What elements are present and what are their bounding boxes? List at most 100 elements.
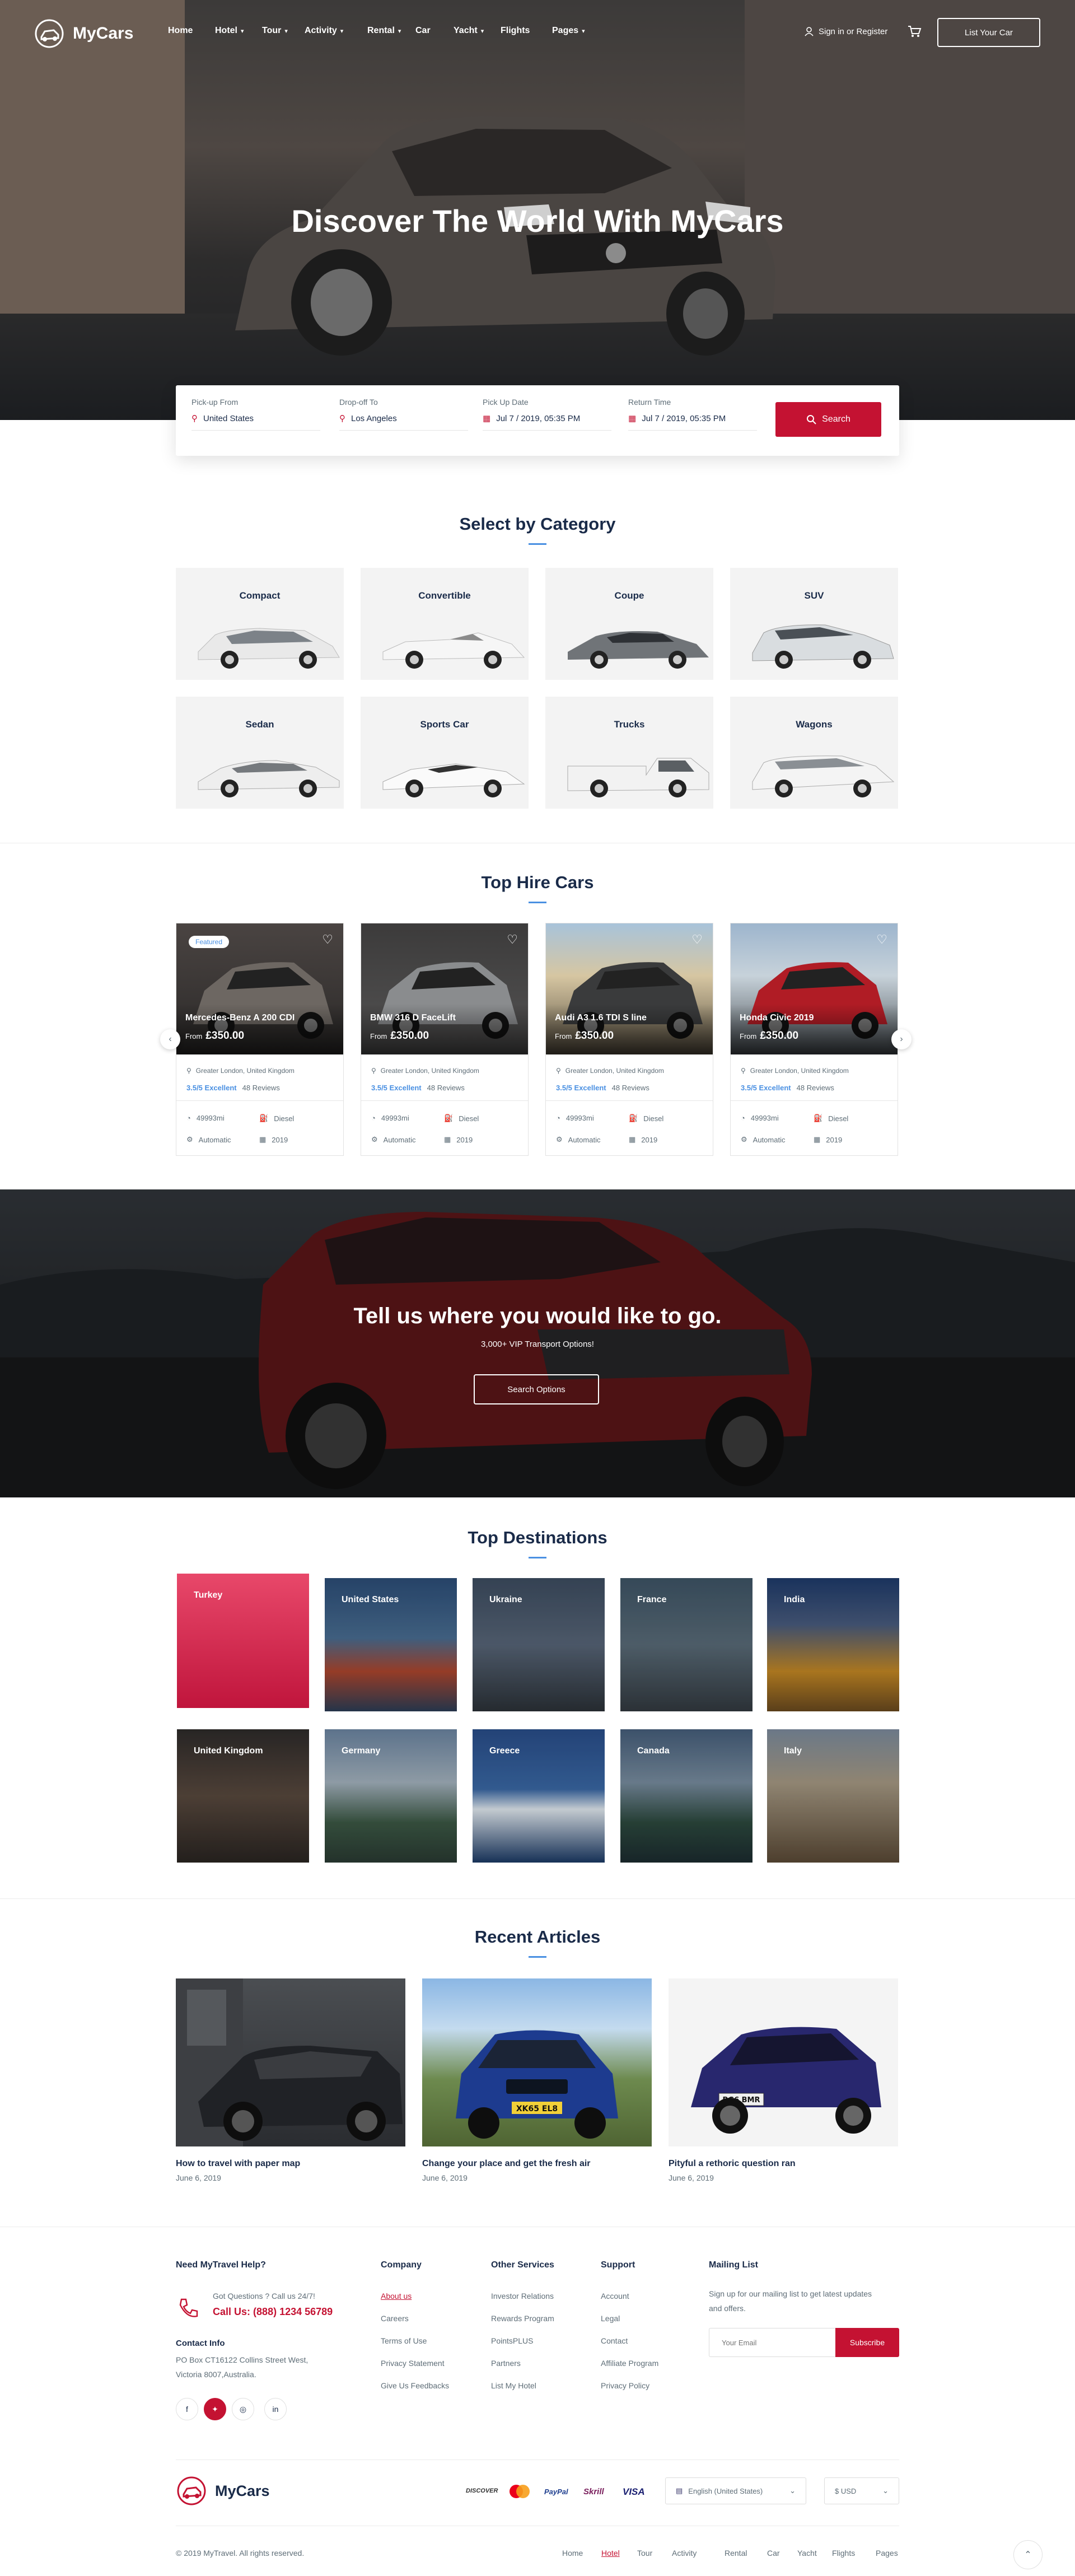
car-name[interactable]: Honda Civic 2019 — [740, 1013, 814, 1023]
footer-bottom-link[interactable]: Flights — [832, 2549, 855, 2558]
footer-bottom-link[interactable]: Tour — [637, 2549, 652, 2558]
search-options-button[interactable]: Search Options — [474, 1374, 599, 1404]
heart-icon[interactable]: ♡ — [507, 932, 518, 947]
hire-car-card[interactable]: ♡ Audi A3 1.6 TDI S line From £350.00 ⚲ Great… — [545, 923, 713, 1156]
footer-bottom-link[interactable]: Hotel — [601, 2549, 620, 2558]
menu-item-car[interactable]: Car — [415, 26, 454, 36]
footer-bottom-link[interactable]: Yacht — [797, 2549, 817, 2558]
destination-card-canada[interactable]: Canada — [620, 1729, 752, 1863]
category-card-sports-car[interactable]: Sports Car — [361, 697, 529, 809]
footer-link[interactable]: Legal — [601, 2314, 620, 2323]
footer-bottom-link[interactable]: Car — [767, 2549, 780, 2558]
card-divider — [361, 1100, 528, 1101]
currency-select[interactable]: $ USD ⌄ — [824, 2477, 899, 2504]
footer-link[interactable]: List My Hotel — [491, 2381, 536, 2390]
destinations-title: Top Destinations — [468, 1528, 607, 1547]
list-your-car-button[interactable]: List Your Car — [937, 18, 1040, 47]
heart-icon[interactable]: ♡ — [691, 932, 703, 947]
return-time-field[interactable]: Return Time ▦ Jul 7 / 2019, 05:35 PM — [628, 398, 757, 431]
pickup-date-field[interactable]: Pick Up Date ▦ Jul 7 / 2019, 05:35 PM — [483, 398, 611, 431]
gear-icon: ⚙ — [741, 1135, 747, 1144]
footer-link[interactable]: Privacy Statement — [381, 2359, 445, 2368]
article-card[interactable]: BG6 BMR Pityful a rethoric question ran … — [669, 1978, 898, 2182]
transmission-value: Automatic — [383, 1135, 416, 1144]
pickup-from-field[interactable]: Pick-up From ⚲ United States — [191, 398, 320, 431]
destination-card-united-states[interactable]: United States — [325, 1578, 457, 1711]
footer-link[interactable]: Contact — [601, 2336, 628, 2345]
category-card-sedan[interactable]: Sedan — [176, 697, 344, 809]
chevron-right-icon: › — [900, 1034, 903, 1044]
footer-bottom-link[interactable]: Home — [562, 2549, 583, 2558]
search-button[interactable]: Search — [775, 402, 881, 437]
article-card[interactable]: How to travel with paper map June 6, 201… — [176, 1978, 405, 2182]
footer-logo[interactable]: MyCars — [176, 2475, 270, 2507]
footer-link[interactable]: Partners — [491, 2359, 521, 2368]
menu-item-yacht[interactable]: Yacht ▾ — [454, 26, 501, 36]
article-title[interactable]: Pityful a rethoric question ran — [669, 2159, 898, 2169]
category-card-wagons[interactable]: Wagons — [730, 697, 898, 809]
category-card-trucks[interactable]: Trucks — [545, 697, 713, 809]
car-location: ⚲ Greater London, United Kingdom — [186, 1067, 295, 1075]
language-select[interactable]: ▤ English (United States) ⌄ — [665, 2477, 806, 2504]
menu-item-hotel[interactable]: Hotel ▾ — [215, 26, 262, 36]
article-title[interactable]: Change your place and get the fresh air — [422, 2159, 652, 2169]
footer-link[interactable]: PointsPLUS — [491, 2336, 533, 2345]
heart-icon[interactable]: ♡ — [322, 932, 333, 947]
destination-card-india[interactable]: India — [767, 1578, 899, 1711]
article-card[interactable]: XK65 EL8 Change your place and get the f… — [422, 1978, 652, 2182]
footer-link[interactable]: Investor Relations — [491, 2292, 554, 2300]
fuel-icon: ⛽ — [629, 1114, 638, 1122]
instagram-button[interactable]: ◎ — [232, 2398, 254, 2420]
menu-item-activity[interactable]: Activity ▾ — [305, 26, 367, 36]
heart-icon[interactable]: ♡ — [876, 932, 887, 947]
back-to-top-button[interactable]: ⌃ — [1013, 2540, 1043, 2569]
footer-phone[interactable]: Call Us: (888) 1234 56789 — [213, 2306, 333, 2318]
cart-button[interactable] — [907, 25, 922, 41]
hire-car-card[interactable]: ♡ Honda Civic 2019 From £350.00 ⚲ Greater Lon… — [730, 923, 898, 1156]
car-name[interactable]: Mercedes-Benz A 200 CDI — [185, 1013, 295, 1023]
footer-link[interactable]: About us — [381, 2292, 412, 2300]
destination-name: Greece — [489, 1746, 520, 1756]
menu-item-rental[interactable]: Rental ▾ — [367, 26, 415, 36]
footer-link[interactable]: Affiliate Program — [601, 2359, 658, 2368]
footer-link[interactable]: Privacy Policy — [601, 2381, 649, 2390]
footer-link[interactable]: Account — [601, 2292, 629, 2300]
site-logo[interactable]: MyCars — [34, 18, 133, 49]
article-title[interactable]: How to travel with paper map — [176, 2159, 405, 2169]
footer-bottom-link[interactable]: Activity — [672, 2549, 697, 2558]
footer-link[interactable]: Terms of Use — [381, 2336, 427, 2345]
menu-item-tour[interactable]: Tour ▾ — [262, 26, 305, 36]
signin-link[interactable]: Sign in or Register — [804, 26, 887, 36]
destination-card-france[interactable]: France — [620, 1578, 752, 1711]
email-input[interactable] — [709, 2328, 835, 2357]
destination-card-ukraine[interactable]: Ukraine — [473, 1578, 605, 1711]
category-card-compact[interactable]: Compact — [176, 568, 344, 680]
footer-link[interactable]: Give Us Feedbacks — [381, 2381, 449, 2390]
footer-link[interactable]: Rewards Program — [491, 2314, 554, 2323]
category-card-convertible[interactable]: Convertible — [361, 568, 529, 680]
footer-bottom-link[interactable]: Rental — [725, 2549, 747, 2558]
footer-bottom-link[interactable]: Pages — [876, 2549, 898, 2558]
footer-link[interactable]: Careers — [381, 2314, 409, 2323]
subscribe-button[interactable]: Subscribe — [835, 2328, 899, 2357]
destination-card-united-kingdom[interactable]: United Kingdom — [177, 1729, 309, 1863]
category-card-suv[interactable]: SUV — [730, 568, 898, 680]
menu-item-pages[interactable]: Pages ▾ — [552, 26, 597, 36]
destination-card-turkey[interactable]: Turkey — [177, 1574, 309, 1708]
twitter-button[interactable]: ✦ — [204, 2398, 226, 2420]
carousel-prev-button[interactable]: ‹ — [160, 1029, 180, 1049]
linkedin-button[interactable]: in — [264, 2398, 287, 2420]
car-name[interactable]: BMW 316 D FaceLift — [370, 1013, 456, 1023]
destination-card-germany[interactable]: Germany — [325, 1729, 457, 1863]
destination-card-greece[interactable]: Greece — [473, 1729, 605, 1863]
menu-item-home[interactable]: Home — [168, 26, 215, 36]
car-name[interactable]: Audi A3 1.6 TDI S line — [555, 1013, 647, 1023]
hire-car-card[interactable]: Featured ♡ Mercedes-Benz A 200 CDI From £350… — [176, 923, 344, 1156]
hire-car-card[interactable]: ♡ BMW 316 D FaceLift From £350.00 ⚲ Greater L… — [361, 923, 529, 1156]
carousel-next-button[interactable]: › — [891, 1029, 912, 1049]
facebook-button[interactable]: f — [176, 2398, 198, 2420]
menu-item-flights[interactable]: Flights — [501, 26, 552, 36]
dropoff-to-field[interactable]: Drop-off To ⚲ Los Angeles — [339, 398, 468, 431]
destination-card-italy[interactable]: Italy — [767, 1729, 899, 1863]
category-card-coupe[interactable]: Coupe — [545, 568, 713, 680]
